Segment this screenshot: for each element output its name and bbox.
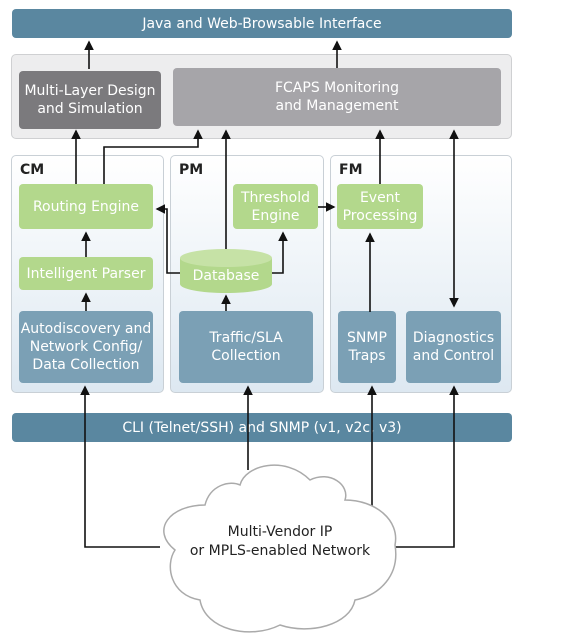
- cloud-label: Multi-Vendor IP or MPLS-enabled Network: [189, 524, 371, 559]
- arrow: [394, 385, 459, 548]
- arrow: [155, 204, 180, 274]
- database-label: Database: [192, 268, 260, 284]
- diagram: Java and Web-Browsable Interface Multi-L…: [0, 0, 574, 642]
- arrow: [103, 129, 203, 184]
- arrow: [80, 385, 160, 548]
- arrow: [272, 231, 288, 274]
